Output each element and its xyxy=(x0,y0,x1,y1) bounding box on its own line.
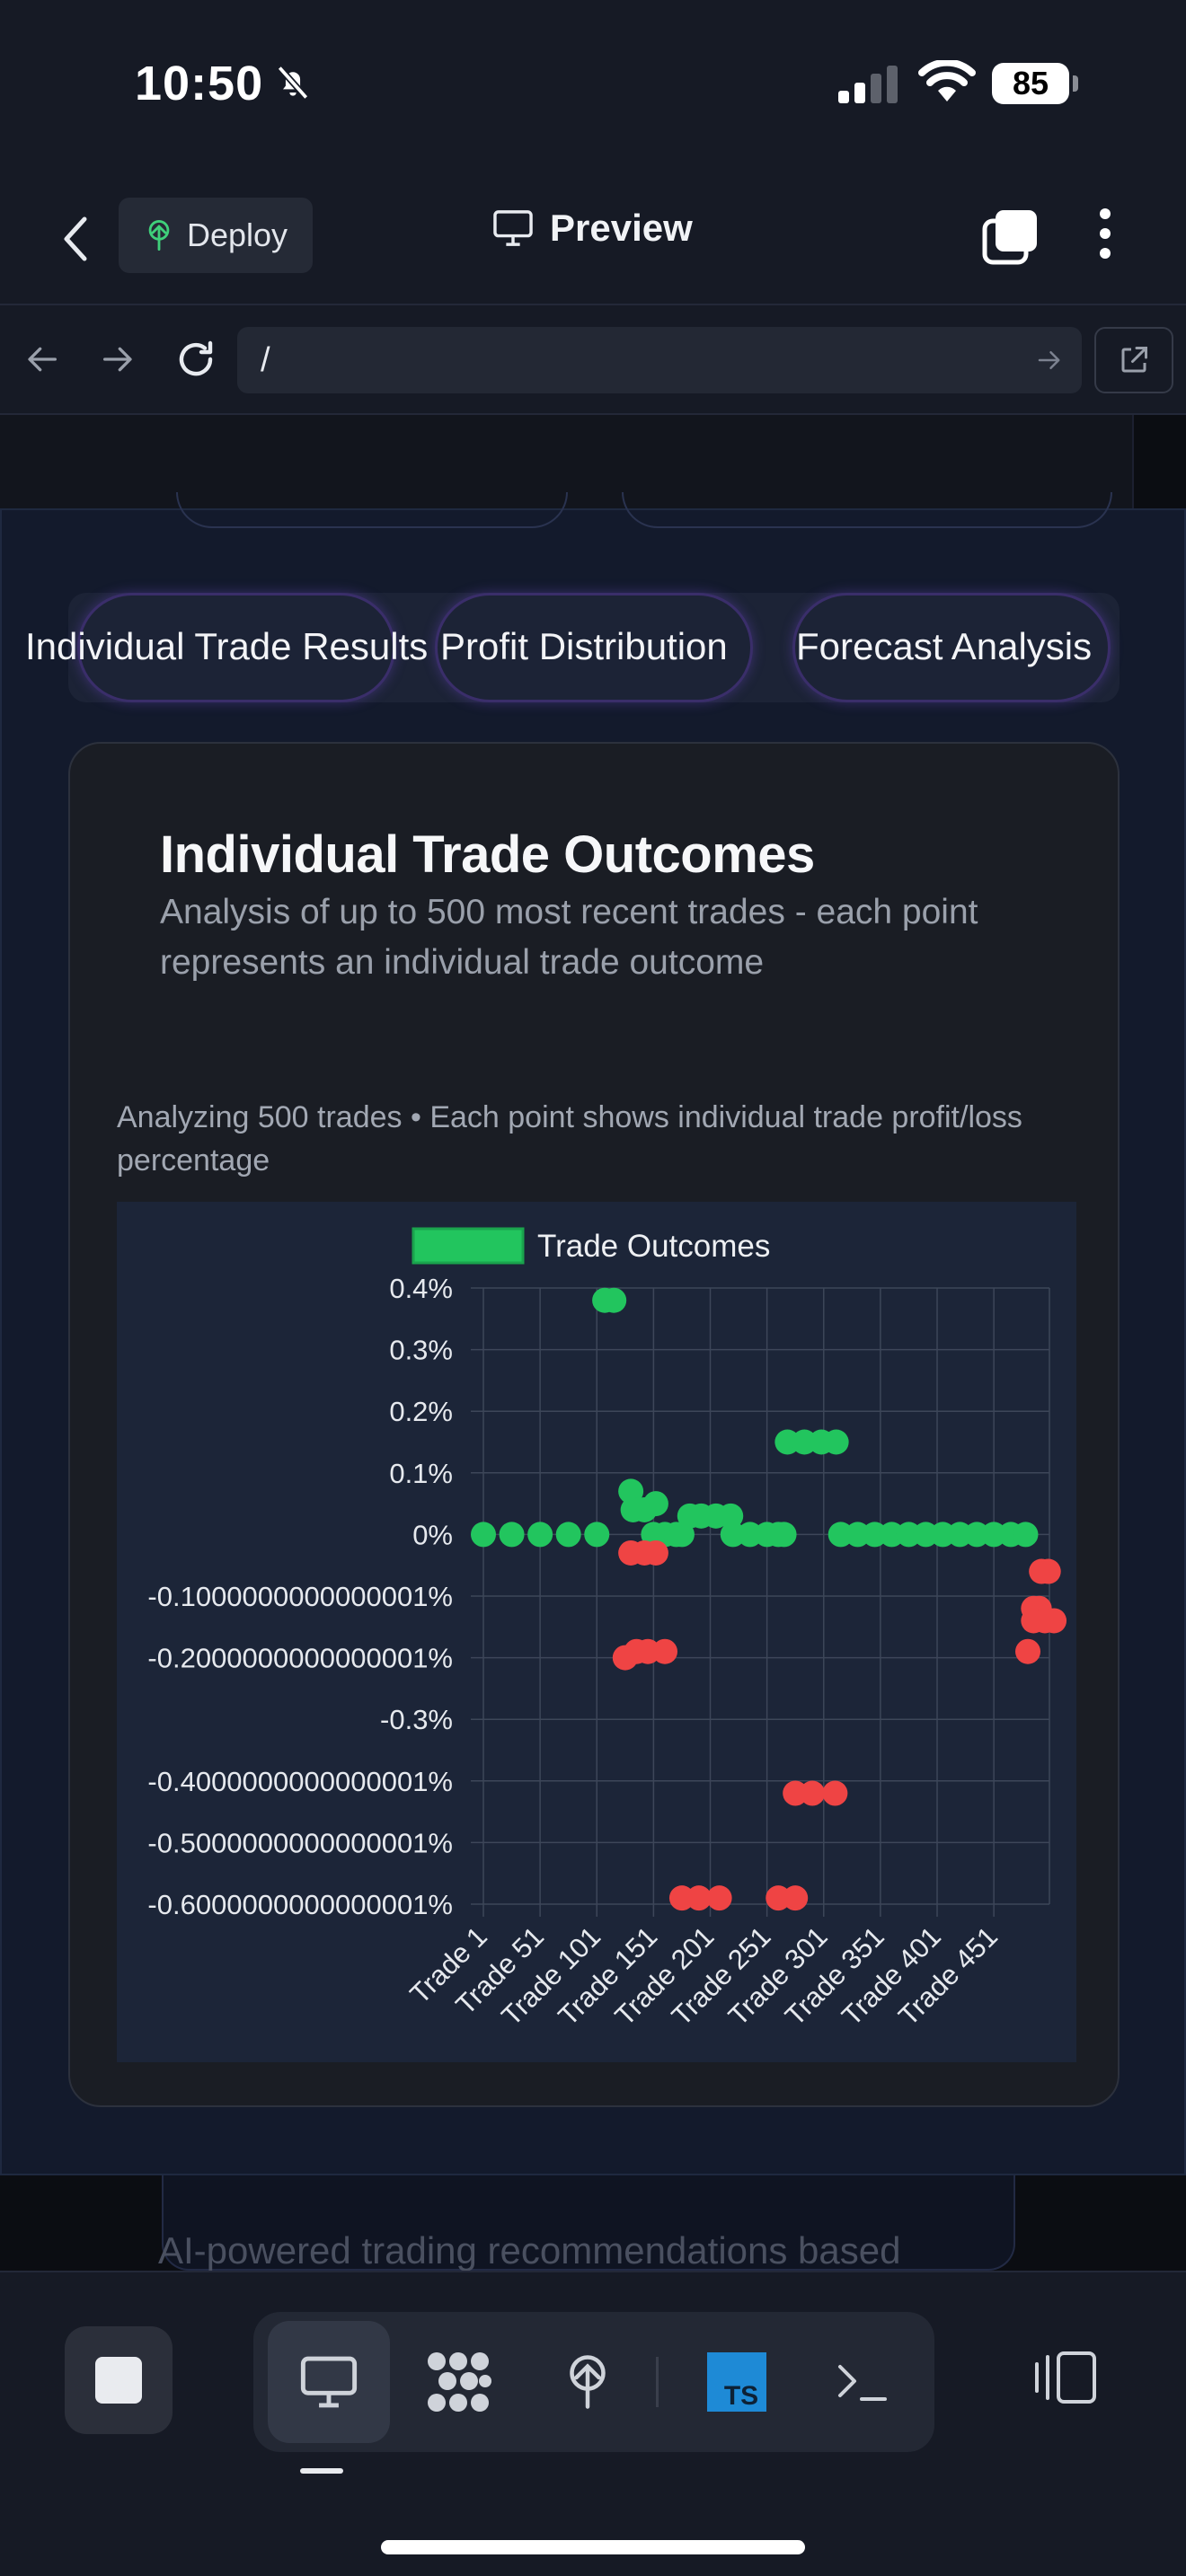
stop-button[interactable] xyxy=(65,2326,173,2434)
tabs-icon[interactable] xyxy=(981,208,1039,266)
y-tick-label: 0.1% xyxy=(389,1458,453,1489)
chart-subtitle: Analysis of up to 500 most recent trades… xyxy=(160,893,978,982)
y-tick-label: -0.4000000000000001% xyxy=(147,1766,453,1797)
y-tick-label: 0% xyxy=(412,1519,453,1550)
y-tick-label: -0.3% xyxy=(380,1704,453,1735)
y-tick-label: 0.2% xyxy=(389,1396,453,1427)
data-point xyxy=(1013,1522,1039,1548)
y-tick-label: 0.4% xyxy=(389,1273,453,1304)
analysis-section: Individual Trade Results Profit Distribu… xyxy=(0,492,1186,2175)
y-tick-label: 0.3% xyxy=(389,1335,453,1366)
y-tick-label: -0.1000000000000001% xyxy=(147,1581,453,1612)
data-point xyxy=(642,1491,668,1517)
battery-nub xyxy=(1073,75,1078,92)
url-text: / xyxy=(261,341,270,379)
legend-swatch xyxy=(412,1227,525,1265)
y-tick-label: -0.6000000000000001% xyxy=(147,1889,453,1920)
preview-tool-button[interactable] xyxy=(268,2321,390,2443)
panel-layout-icon[interactable] xyxy=(1033,2350,1098,2405)
tool-group: TS xyxy=(253,2312,934,2452)
data-point xyxy=(499,1522,525,1548)
status-bar: 10:50 85 xyxy=(0,0,1186,171)
next-section: AI-powered trading recommendations based xyxy=(0,2175,1186,2271)
external-link-icon xyxy=(1121,347,1147,373)
data-point xyxy=(652,1638,678,1664)
preview-title: Preview xyxy=(492,207,693,250)
app-header: Deploy Preview xyxy=(0,171,1186,305)
data-point xyxy=(601,1287,627,1313)
data-point xyxy=(471,1522,496,1548)
data-point xyxy=(584,1522,610,1548)
arrow-right-icon[interactable] xyxy=(99,341,135,377)
data-point xyxy=(1041,1608,1067,1634)
terminal-icon xyxy=(838,2365,887,2401)
battery-indicator: 85 xyxy=(992,63,1069,104)
url-bar: / xyxy=(0,305,1186,415)
chart-area: 0.4% 0.3% 0.2% 0.1% 0% -0.1000000000000001% -0… xyxy=(117,1202,1076,2062)
data-point xyxy=(527,1522,553,1548)
deploy-icon xyxy=(148,220,170,251)
y-tick-label: -0.5000000000000001% xyxy=(147,1827,453,1858)
monitor-icon xyxy=(493,210,533,246)
tab-label: Forecast Analysis xyxy=(796,625,1093,667)
data-point xyxy=(1035,1558,1061,1584)
toolbar-divider xyxy=(656,2357,659,2407)
tab-strip: Individual Trade Results Profit Distribu… xyxy=(25,593,1120,702)
back-chevron-icon[interactable] xyxy=(59,214,90,264)
data-point xyxy=(706,1885,732,1911)
data-point xyxy=(823,1429,849,1455)
deploy-tool-button[interactable] xyxy=(527,2321,649,2443)
status-time: 10:50 xyxy=(135,57,264,110)
preview-label: Preview xyxy=(550,207,693,249)
chart-title: Individual Trade Outcomes xyxy=(160,825,815,884)
bottom-toolbar: TS xyxy=(0,2271,1186,2576)
deploy-icon xyxy=(570,2355,606,2409)
more-vertical-icon[interactable] xyxy=(1098,207,1112,260)
trade-outcomes-scatter: 0.4% 0.3% 0.2% 0.1% 0% -0.1000000000000001% -0… xyxy=(147,1227,1067,2032)
data-point xyxy=(642,1539,668,1566)
web-viewport: Individual Trade Results Profit Distribu… xyxy=(0,415,1186,2271)
tab-label: Profit Distribution xyxy=(440,625,728,667)
next-section-text: AI-powered trading recommendations based xyxy=(158,2229,901,2271)
wifi-icon xyxy=(918,60,976,101)
svg-text:TS: TS xyxy=(724,2381,758,2411)
url-input[interactable]: / xyxy=(237,327,1082,393)
y-tick-label: -0.2000000000000001% xyxy=(147,1643,453,1674)
data-point xyxy=(555,1522,581,1548)
workflows-tool-button[interactable] xyxy=(397,2321,519,2443)
typescript-icon: TS xyxy=(707,2352,766,2412)
workflows-icon xyxy=(428,2352,491,2412)
signal-icon xyxy=(838,66,898,103)
active-tool-indicator xyxy=(300,2468,343,2474)
shell-tool-button[interactable] xyxy=(801,2321,924,2443)
open-external-button[interactable] xyxy=(1094,327,1173,393)
data-point xyxy=(800,1780,826,1806)
go-arrow-icon[interactable] xyxy=(1035,347,1062,374)
data-point xyxy=(771,1522,797,1548)
deploy-label: Deploy xyxy=(187,216,288,253)
monitor-icon xyxy=(300,2356,358,2408)
deploy-button[interactable]: Deploy xyxy=(119,198,313,273)
previous-control xyxy=(176,492,568,528)
chart-caption: Analyzing 500 trades • Each point shows … xyxy=(117,1100,1022,1178)
previous-control xyxy=(622,492,1112,528)
typescript-file-button[interactable]: TS xyxy=(676,2321,798,2443)
arrow-left-icon[interactable] xyxy=(25,341,61,377)
home-indicator[interactable] xyxy=(381,2540,805,2554)
legend-label: Trade Outcomes xyxy=(537,1229,770,1264)
reload-icon[interactable] xyxy=(174,338,217,381)
tab-label: Individual Trade Results xyxy=(25,625,429,667)
stop-icon xyxy=(95,2357,142,2404)
data-point xyxy=(783,1885,809,1911)
bell-muted-icon xyxy=(277,66,309,100)
chart-card: Individual Trade Outcomes Analysis of up… xyxy=(68,742,1120,2107)
data-point xyxy=(1015,1638,1041,1664)
data-point xyxy=(822,1780,848,1806)
